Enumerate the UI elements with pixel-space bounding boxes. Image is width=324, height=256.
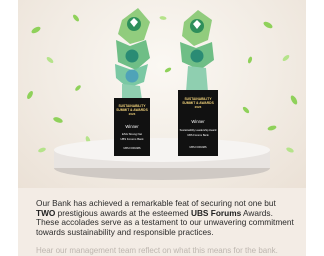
left-trophy-line2: UBS Forums Bank	[120, 137, 144, 141]
left-trophy-logo: UBS FORUMS	[123, 146, 141, 150]
right-trophy: SUSTAINABILITY SUMMIT & AWARDS 2023 Winn…	[178, 10, 218, 156]
right-trophy-heading-3: 2023	[195, 105, 202, 109]
pedestal	[54, 138, 270, 180]
paragraph-text-2: prestigious awards at the esteemed	[55, 207, 191, 218]
right-trophy-line1: Sustainability Leadership Award	[180, 128, 217, 132]
announcement-body: Our Bank has achieved a remarkable feat …	[36, 198, 294, 237]
left-trophy-award: Winner	[125, 124, 139, 129]
faded-next-paragraph: Hear our management team reflect on what…	[36, 246, 278, 255]
page: SUSTAINABILITY SUMMIT & AWARDS 2023 Winn…	[0, 0, 324, 256]
awards-hero-image: SUSTAINABILITY SUMMIT & AWARDS 2023 Winn…	[18, 0, 306, 188]
left-trophy-line1: ESG Strong Net	[122, 132, 142, 136]
award-announcement-card: SUSTAINABILITY SUMMIT & AWARDS 2023 Winn…	[18, 0, 306, 256]
paragraph-text-1: Our Bank has achieved a remarkable feat …	[36, 198, 276, 208]
right-trophy-award: Winner	[191, 119, 205, 124]
left-trophy: SUSTAINABILITY SUMMIT & AWARDS 2023 Winn…	[114, 8, 150, 156]
paragraph-emphasis-two: TWO	[36, 207, 56, 218]
right-trophy-logo: UBS FORUMS	[189, 145, 207, 149]
decorative-leaves	[27, 14, 298, 153]
right-trophy-line2: UBS Forums Bank	[187, 133, 209, 137]
announcement-paragraph: Our Bank has achieved a remarkable feat …	[36, 198, 294, 237]
trophies-illustration: SUSTAINABILITY SUMMIT & AWARDS 2023 Winn…	[27, 8, 298, 180]
paragraph-emphasis-forum: UBS Forums	[190, 207, 242, 218]
left-trophy-heading-3: 2023	[129, 112, 136, 116]
